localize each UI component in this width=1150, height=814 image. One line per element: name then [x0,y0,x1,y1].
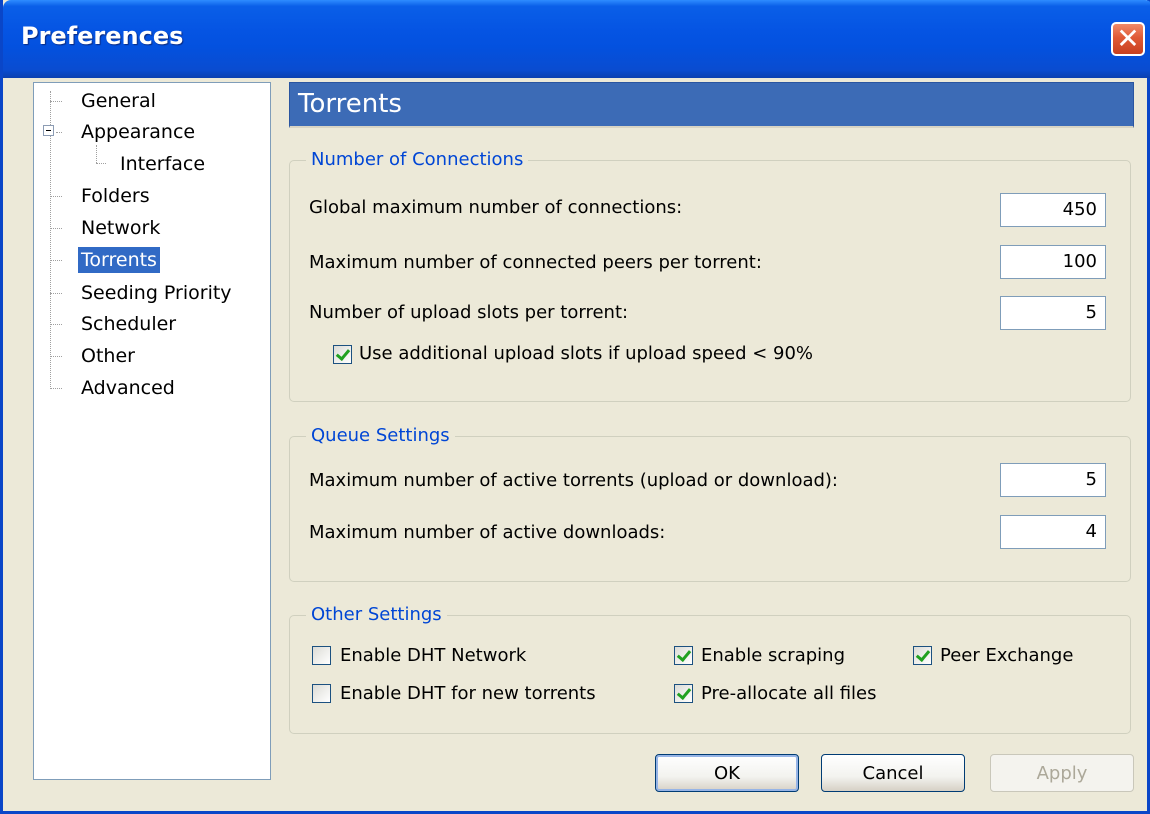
peer-exchange-checkbox[interactable] [913,646,932,665]
sidebar-item-appearance[interactable]: Appearance [78,119,198,145]
apply-button[interactable]: Apply [990,754,1134,792]
tree-line [50,260,62,261]
sidebar-item-torrents[interactable]: Torrents [78,247,160,273]
sidebar-item-scheduler[interactable]: Scheduler [78,311,179,337]
preallocate-checkbox[interactable] [674,684,693,703]
global-max-connections-field[interactable]: 450 [1000,193,1106,227]
preferences-tree: General Appearance Interface Folders Net… [33,82,271,780]
title-bar[interactable]: Preferences ✕ [3,0,1150,78]
queue-group-title: Queue Settings [306,425,455,446]
peer-exchange-label: Peer Exchange [940,645,1074,666]
tree-line [50,324,62,325]
cancel-button[interactable]: Cancel [821,754,965,792]
dht-new-torrents-checkbox[interactable] [312,684,331,703]
max-peers-field[interactable]: 100 [1000,245,1106,279]
active-torrents-field[interactable]: 5 [1000,463,1106,497]
tree-line [50,196,62,197]
preferences-window: Preferences ✕ General Appearance Interfa… [0,0,1150,814]
preallocate-label: Pre-allocate all files [701,683,877,704]
active-downloads-field[interactable]: 4 [1000,515,1106,549]
close-button[interactable]: ✕ [1111,22,1145,56]
upload-slots-label: Number of upload slots per torrent: [309,302,629,323]
page-header: Torrents [289,82,1134,128]
other-settings-group-title: Other Settings [306,604,447,625]
sidebar-item-other[interactable]: Other [78,343,138,369]
sidebar-item-general[interactable]: General [78,88,159,114]
connections-group-title: Number of Connections [306,149,529,170]
active-torrents-label: Maximum number of active torrents (uploa… [309,470,838,491]
tree-line [96,163,106,164]
sidebar-item-network[interactable]: Network [78,215,163,241]
page-title: Torrents [298,89,402,119]
scraping-checkbox[interactable] [674,646,693,665]
tree-line [50,388,62,389]
ok-button[interactable]: OK [655,754,799,792]
upload-slots-field[interactable]: 5 [1000,296,1106,330]
scraping-label: Enable scraping [701,645,845,666]
dht-network-checkbox[interactable] [312,646,331,665]
dht-new-torrents-label: Enable DHT for new torrents [340,683,596,704]
dht-network-label: Enable DHT Network [340,645,527,666]
additional-slots-label: Use additional upload slots if upload sp… [359,343,814,364]
tree-line [56,132,62,133]
sidebar-item-seeding-priority[interactable]: Seeding Priority [78,280,235,306]
additional-slots-checkbox[interactable] [333,345,352,364]
tree-line [50,356,62,357]
max-peers-label: Maximum number of connected peers per to… [309,252,762,273]
sidebar-item-advanced[interactable]: Advanced [78,375,178,401]
queue-group [289,436,1131,582]
active-downloads-label: Maximum number of active downloads: [309,522,666,543]
window-title: Preferences [21,22,184,50]
tree-line [50,228,62,229]
sidebar-item-folders[interactable]: Folders [78,183,153,209]
global-max-connections-label: Global maximum number of connections: [309,197,683,218]
other-settings-group [289,615,1131,734]
tree-line [50,293,62,294]
collapse-icon[interactable] [43,125,54,136]
sidebar-item-interface[interactable]: Interface [117,151,208,177]
close-icon: ✕ [1116,22,1140,55]
tree-line [96,145,97,163]
tree-line [50,101,62,102]
